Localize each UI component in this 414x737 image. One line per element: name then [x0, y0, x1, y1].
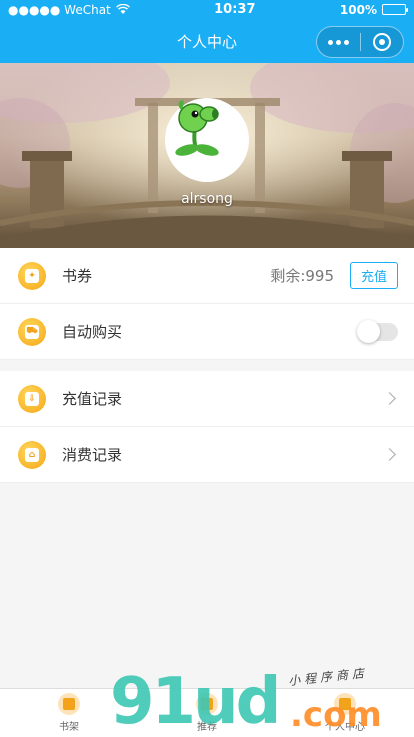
more-menu-button[interactable] — [317, 39, 360, 45]
download-icon: ⇩ — [18, 384, 46, 413]
tab-label: 书架 — [59, 722, 79, 733]
status-bar: ●●●●● WeChat 10:37 100% — [0, 0, 414, 19]
tab-profile[interactable]: 个人中心 — [276, 689, 414, 737]
bookshelf-icon — [58, 693, 80, 715]
consume-records-row[interactable]: ⌂ 消费记录 — [0, 427, 414, 483]
auto-buy-label: 自动购买 — [62, 323, 123, 341]
consume-records-label: 消费记录 — [62, 446, 123, 464]
clock: 10:37 — [214, 2, 256, 17]
page-title: 个人中心 — [176, 32, 237, 51]
profile-icon — [334, 693, 356, 715]
recharge-button[interactable]: 充值 — [350, 262, 398, 289]
battery-percent: 100% — [339, 2, 377, 17]
tab-bar: 书架 推荐 个人中心 — [0, 688, 414, 737]
battery-icon — [381, 4, 408, 15]
voucher-label: 书券 — [62, 267, 93, 285]
watermark-tagline: 小程序商店 — [287, 665, 369, 689]
voucher-icon: ✦ — [18, 261, 46, 290]
records-section: ⇩ 充值记录 ⌂ 消费记录 — [0, 371, 414, 483]
peashooter-avatar-icon — [175, 100, 219, 156]
chevron-right-icon — [383, 392, 396, 405]
tab-label: 个人中心 — [325, 722, 365, 733]
nav-bar: 个人中心 — [0, 19, 414, 63]
trophy-icon — [196, 693, 218, 715]
account-section: ✦ 书券 剩余:995 充值 ⛟ 自动购买 — [0, 248, 414, 360]
miniprogram-capsule — [316, 26, 404, 58]
carrier-label: ●●●●● WeChat — [8, 2, 111, 17]
wifi-icon — [115, 4, 130, 14]
recharge-records-row[interactable]: ⇩ 充值记录 — [0, 371, 414, 427]
auto-buy-row: ⛟ 自动购买 — [0, 304, 414, 360]
cart-icon: ⛟ — [18, 317, 46, 346]
home-icon: ⌂ — [18, 440, 46, 469]
auto-buy-toggle[interactable] — [357, 319, 398, 343]
recharge-records-label: 充值记录 — [62, 390, 123, 408]
chevron-right-icon — [383, 448, 396, 461]
tab-bookshelf[interactable]: 书架 — [0, 689, 138, 737]
close-miniprogram-button[interactable] — [361, 33, 404, 51]
profile-header: alrsong — [0, 63, 414, 248]
username: alrsong — [181, 191, 233, 207]
target-icon — [372, 33, 391, 51]
voucher-remaining: 剩余:995 — [270, 267, 334, 285]
top-bar: ●●●●● WeChat 10:37 100% 个人中心 — [0, 0, 414, 63]
voucher-row: ✦ 书券 剩余:995 充值 — [0, 248, 414, 304]
tab-label: 推荐 — [197, 722, 217, 733]
avatar[interactable] — [165, 98, 249, 182]
tab-recommend[interactable]: 推荐 — [138, 689, 276, 737]
